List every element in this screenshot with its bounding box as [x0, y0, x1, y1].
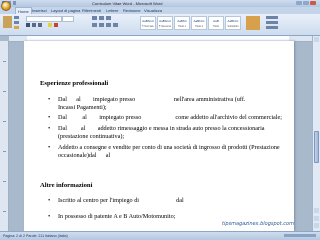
cut-icon[interactable]: [14, 16, 19, 19]
document-page[interactable]: Esperienze professionali • Dal al impieg…: [24, 41, 294, 231]
style-titolo2[interactable]: AaBbCc Titolo 2: [191, 16, 207, 30]
style-normale[interactable]: AaBbCcI ¶ Normale: [140, 16, 156, 30]
zoom-slider[interactable]: [284, 234, 316, 237]
window-title: Curriculum Vitae Word - Microsoft Word: [92, 1, 163, 6]
style-titolo1[interactable]: AaBbC Titolo 1: [174, 16, 190, 30]
scroll-down-arrow-icon[interactable]: [314, 208, 319, 213]
font-color-icon[interactable]: [54, 23, 58, 27]
section-heading-other-info: Altre informazioni: [40, 182, 93, 189]
tab-visualizza[interactable]: Visualizza: [144, 7, 162, 14]
format-painter-icon[interactable]: [14, 26, 19, 29]
bullet-icon: •: [48, 125, 51, 132]
bullet-icon: •: [48, 213, 51, 220]
tab-riferimenti[interactable]: Riferimenti: [82, 7, 101, 14]
minimize-button[interactable]: [296, 1, 302, 5]
tab-home[interactable]: Home: [15, 7, 32, 14]
numbering-icon[interactable]: [99, 16, 104, 20]
list-item-text: Iscritto al centro per l'impiego di dal: [58, 197, 184, 204]
vertical-scrollbar[interactable]: [312, 36, 320, 231]
watermark: tipsmagazinex.blogspot.com: [222, 221, 294, 227]
underline-icon[interactable]: [38, 23, 42, 27]
list-item-text: In possesso di patente A e B Auto/Motomu…: [58, 213, 176, 220]
bullet-icon: •: [48, 197, 51, 204]
list-item-text: (prestazione continuativa);: [58, 133, 125, 140]
style-sottotitolo[interactable]: AaBbCc Sottotitolo: [225, 16, 241, 30]
copy-icon[interactable]: [14, 21, 19, 24]
ruler-tick: [3, 121, 6, 122]
tab-layout[interactable]: Layout di pagina: [51, 7, 80, 14]
align-left-icon[interactable]: [92, 23, 97, 27]
style-titolo[interactable]: AaB Titolo: [208, 16, 224, 30]
paragraph-group: [92, 16, 136, 32]
bullets-icon[interactable]: [92, 16, 97, 20]
style-nessuna[interactable]: AaBbCcI ¶ Nessuna: [157, 16, 173, 30]
tab-revisione[interactable]: Revisione: [123, 7, 141, 14]
tab-lettere[interactable]: Lettere: [106, 7, 118, 14]
replace-icon[interactable]: [266, 21, 278, 24]
paste-icon[interactable]: [3, 16, 12, 28]
ribbon: AaBbCcI ¶ Normale AaBbCcI ¶ Nessuna AaBbC T…: [0, 14, 320, 36]
change-styles-icon[interactable]: [246, 16, 260, 30]
indent-icon[interactable]: [106, 16, 111, 20]
tab-inserisci[interactable]: Inserisci: [32, 7, 47, 14]
title-bar: Curriculum Vitae Word - Microsoft Word: [0, 0, 320, 7]
bold-icon[interactable]: [26, 23, 30, 27]
list-item-text: Incassi Pagamenti);: [58, 104, 107, 111]
italic-icon[interactable]: [32, 23, 36, 27]
list-item-text: Dal al addetto rimessaggio e messa in st…: [58, 125, 265, 132]
ribbon-tabs: Home Inserisci Layout di pagina Riferime…: [0, 7, 320, 14]
list-item-text: Dal al impiegato presso come addetto all…: [58, 114, 282, 121]
align-right-icon[interactable]: [106, 23, 111, 27]
status-text: Pagina: 2 di 2 Parole: 211 Italiano (Ita…: [3, 234, 68, 238]
list-item-text: Dal al impiegato presso nell'area ammini…: [58, 96, 246, 103]
font-size-select[interactable]: [62, 16, 74, 22]
highlight-icon[interactable]: [48, 23, 52, 27]
bullet-icon: •: [48, 144, 51, 151]
previous-page-icon[interactable]: [314, 216, 319, 221]
clipboard-group: [3, 16, 23, 32]
bullet-icon: •: [48, 114, 51, 121]
next-page-icon[interactable]: [314, 223, 319, 228]
font-name-select[interactable]: [26, 16, 62, 22]
find-icon[interactable]: [266, 16, 278, 19]
redo-icon[interactable]: [13, 1, 16, 5]
close-button[interactable]: [310, 1, 316, 5]
ruler-tick: [3, 211, 6, 212]
maximize-button[interactable]: [303, 1, 309, 5]
scroll-up-arrow-icon[interactable]: [314, 37, 319, 42]
ruler-tick: [3, 91, 6, 92]
status-bar: Pagina: 2 di 2 Parole: 211 Italiano (Ita…: [0, 231, 320, 240]
align-center-icon[interactable]: [99, 23, 104, 27]
section-heading-experience: Esperienze professionali: [40, 80, 109, 87]
ruler-tick: [3, 181, 6, 182]
vertical-ruler[interactable]: [0, 41, 9, 231]
font-group: [26, 16, 86, 32]
ruler-tick: [3, 61, 6, 62]
office-button[interactable]: [1, 1, 11, 11]
justify-icon[interactable]: [113, 23, 118, 27]
list-item-text: Addetto a consegne e vendite per conto d…: [58, 144, 280, 151]
bullet-icon: •: [48, 96, 51, 103]
ruler-tick: [3, 151, 6, 152]
select-icon[interactable]: [266, 26, 278, 29]
list-item-text: occasionale)dal al: [58, 152, 111, 159]
scrollbar-thumb[interactable]: [314, 131, 319, 163]
